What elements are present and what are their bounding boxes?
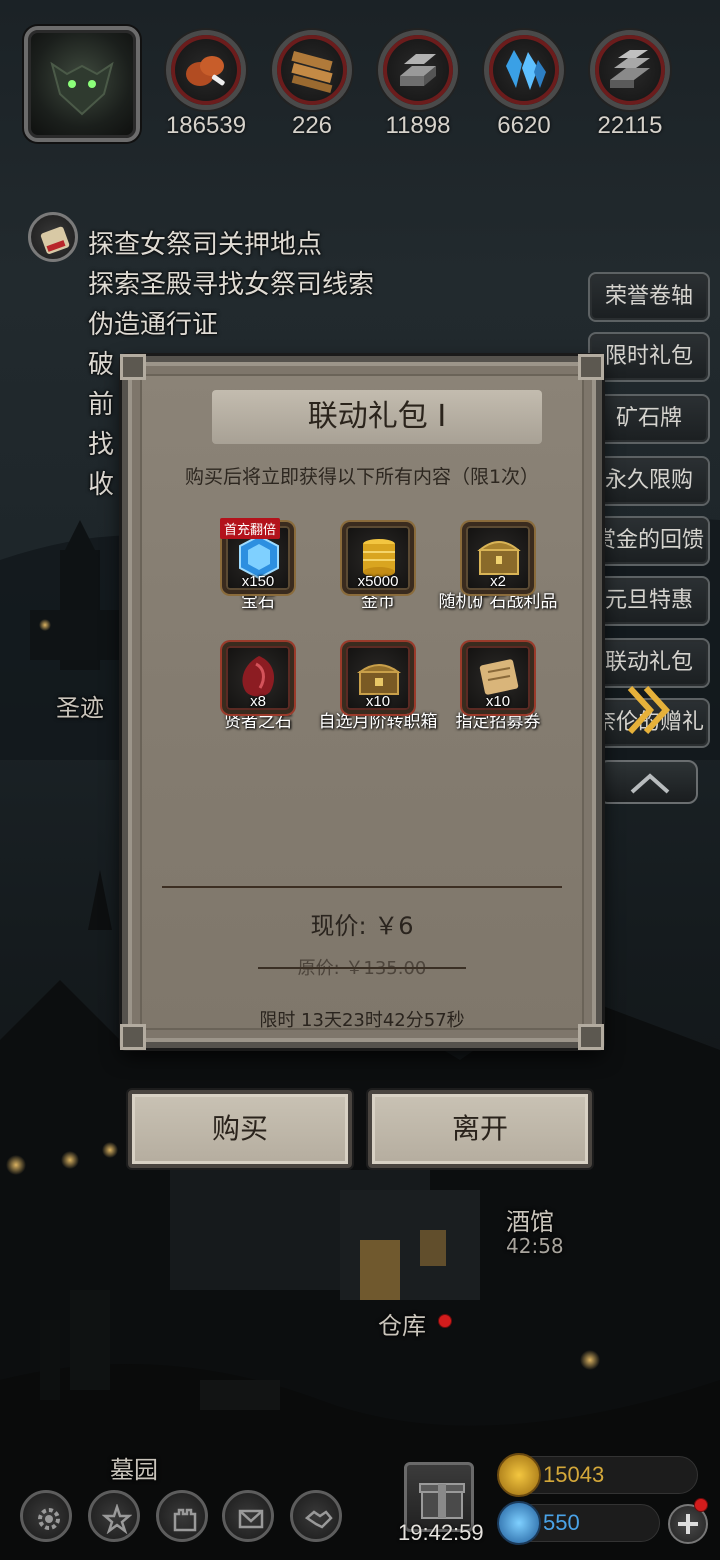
steel-bars-icon <box>610 50 650 88</box>
dialog-subtitle: 购买后将立即获得以下所有内容（限1次） <box>184 466 540 488</box>
handshake-icon <box>304 1510 333 1529</box>
reward-item-class-chest[interactable]: x10 自选月阶转职箱 <box>318 642 438 732</box>
resource-meat[interactable]: 186539 <box>160 30 252 140</box>
frame-corner <box>578 354 604 380</box>
gift-box-icon <box>419 1483 465 1519</box>
map-label-cemetery[interactable]: 墓园 <box>110 1450 158 1485</box>
quest-item[interactable]: 伪造通行证 <box>88 304 218 341</box>
notification-dot <box>694 1498 708 1512</box>
side-menu-ore-card[interactable]: 矿石牌 <box>588 394 710 444</box>
quest-item[interactable]: 收 <box>88 464 114 501</box>
side-menu-permanent-limit[interactable]: 永久限购 <box>588 456 710 506</box>
quest-item[interactable]: 破 <box>88 344 114 381</box>
gold-balance[interactable]: 15043 <box>497 1453 698 1497</box>
current-price: 现价: ￥6 <box>310 912 414 940</box>
gold-coin-icon <box>497 1453 541 1497</box>
steel-count: 22115 <box>597 112 663 139</box>
guild-button[interactable] <box>156 1490 208 1542</box>
frame-corner <box>120 354 146 380</box>
mail-button[interactable] <box>222 1490 274 1542</box>
side-menu-new-year-sale[interactable]: 元旦特惠 <box>588 576 710 626</box>
gold-amount: 15043 <box>543 1462 605 1487</box>
side-menu-bounty-reward[interactable]: 赏金的回馈 <box>588 516 710 566</box>
map-label-shengji[interactable]: 圣迹 <box>56 688 104 723</box>
item-quantity: x5000 <box>357 573 399 590</box>
item-name: 宝石 <box>241 592 275 612</box>
quest-item[interactable]: 探查女祭司关押地点 <box>88 224 322 261</box>
side-menu-limited-pack[interactable]: 限时礼包 <box>588 332 710 382</box>
item-quantity: x10 <box>485 693 511 710</box>
leave-button[interactable]: 离开 <box>368 1090 592 1168</box>
castle-icon <box>173 1508 197 1532</box>
gem-balance[interactable]: 550 <box>497 1501 660 1545</box>
buy-button[interactable]: 购买 <box>128 1090 352 1168</box>
iron-count: 11898 <box>385 112 451 139</box>
quest-item[interactable]: 探索圣殿寻找女祭司线索 <box>88 264 374 301</box>
reward-item-sage-stone[interactable]: x8 贤者之石 <box>198 642 318 732</box>
iron-ingot-icon <box>400 54 436 86</box>
quest-item[interactable]: 前 <box>88 384 114 421</box>
dialog-title: 联动礼包 I <box>212 390 542 444</box>
map-label-warehouse[interactable]: 仓库 <box>378 1306 426 1341</box>
guide-arrow-icon <box>627 685 671 735</box>
resource-wood[interactable]: 226 <box>266 30 358 140</box>
reward-item-ore-chest[interactable]: x2 随机矿石战利品 <box>438 522 558 612</box>
resource-crystal[interactable]: 6620 <box>478 30 570 140</box>
item-name: 指定招募券 <box>455 712 541 732</box>
side-menu-honor-scroll[interactable]: 荣誉卷轴 <box>588 272 710 322</box>
handshake-button[interactable] <box>290 1490 342 1542</box>
first-charge-badge: 首充翻倍 <box>220 518 281 539</box>
gear-icon <box>38 1508 60 1530</box>
crystal-icon <box>506 50 546 90</box>
limited-time-countdown: 限时 13天23时42分57秒 <box>259 1010 465 1031</box>
gem-currency-icon <box>497 1501 541 1545</box>
mail-icon <box>238 1509 264 1529</box>
resource-steel[interactable]: 22115 <box>584 30 676 140</box>
frame-corner <box>578 1024 604 1050</box>
item-name: 自选月阶转职箱 <box>318 712 438 732</box>
item-name: 随机矿石战利品 <box>438 592 558 612</box>
item-quantity: x10 <box>365 693 391 710</box>
wood-planks-icon <box>291 50 333 94</box>
item-quantity: x8 <box>250 693 266 710</box>
reward-item-recruit-ticket[interactable]: x10 指定招募券 <box>438 642 558 732</box>
item-quantity: x150 <box>241 573 275 590</box>
reward-item-gold[interactable]: x5000 金币 <box>318 522 438 612</box>
quest-item[interactable]: 找 <box>88 424 114 461</box>
map-label-tavern[interactable]: 酒馆 <box>506 1202 554 1237</box>
resource-iron[interactable]: 11898 <box>372 30 464 140</box>
chevron-up-icon <box>630 773 670 794</box>
dialog-body: 联动礼包 I 购买后将立即获得以下所有内容（限1次） 首充翻倍 x150 宝石 <box>140 374 584 1031</box>
achievements-button[interactable] <box>88 1490 140 1542</box>
quest-scroll-icon[interactable] <box>28 212 78 262</box>
meat-count: 186539 <box>165 112 247 139</box>
original-price: 原价: ￥135.00 <box>142 954 582 980</box>
reward-item-gem[interactable]: 首充翻倍 x150 宝石 <box>198 518 318 612</box>
gift-pack-dialog: 联动礼包 I 购买后将立即获得以下所有内容（限1次） 首充翻倍 x150 宝石 <box>120 354 604 1050</box>
notification-dot <box>438 1314 452 1328</box>
tavern-timer: 42:58 <box>506 1234 564 1258</box>
crystal-count: 6620 <box>497 112 551 139</box>
gem-amount: 550 <box>543 1510 580 1535</box>
clock-display: 19:42:59 <box>398 1520 484 1545</box>
settings-button[interactable] <box>20 1490 72 1542</box>
star-badge-icon <box>102 1504 132 1534</box>
item-name: 贤者之石 <box>224 712 292 732</box>
item-quantity: x2 <box>490 573 506 590</box>
item-name: 金币 <box>361 592 395 612</box>
wood-count: 226 <box>291 112 333 139</box>
frame-corner <box>120 1024 146 1050</box>
player-avatar[interactable] <box>24 26 140 142</box>
demon-face-icon <box>50 61 114 116</box>
original-price-text: 原价: ￥135.00 <box>257 954 467 980</box>
collapse-menu-button[interactable] <box>598 760 698 804</box>
meat-icon <box>186 56 225 86</box>
divider <box>162 886 562 888</box>
